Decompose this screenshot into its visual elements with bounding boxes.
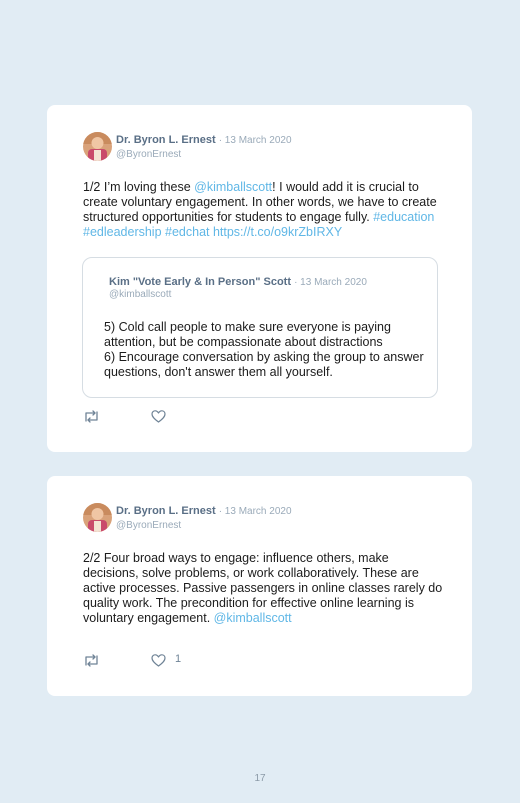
author-name[interactable]: Dr. Byron L. Ernest: [116, 505, 216, 517]
quoted-tweet-text: 5) Cold call people to make sure everyon…: [104, 320, 424, 380]
quoted-tweet[interactable]: Kim "Vote Early & In Person" Scott · 13 …: [82, 257, 438, 398]
like-count: 1: [175, 653, 182, 665]
quoted-line: 5) Cold call people to make sure everyon…: [104, 320, 391, 349]
heart-icon[interactable]: [151, 409, 166, 424]
text-segment: 1/2 I’m loving these: [83, 180, 195, 194]
mention-link[interactable]: @kimballscott: [194, 180, 272, 194]
tweet-card: Dr. Byron L. Ernest · 13 March 2020 @Byr…: [47, 476, 472, 696]
avatar[interactable]: [83, 132, 112, 161]
tweet-date[interactable]: · 13 March 2020: [219, 135, 292, 146]
author-handle[interactable]: @ByronErnest: [116, 520, 181, 531]
retweet-icon[interactable]: [83, 653, 100, 668]
author-name[interactable]: Dr. Byron L. Ernest: [116, 134, 216, 146]
quoted-author-name[interactable]: Kim "Vote Early & In Person" Scott: [109, 276, 291, 288]
author-line: Dr. Byron L. Ernest · 13 March 2020: [116, 134, 292, 146]
avatar[interactable]: [83, 503, 112, 532]
tweet-date[interactable]: · 13 March 2020: [219, 506, 292, 517]
tweet-text: 2/2 Four broad ways to engage: influence…: [83, 551, 443, 626]
quoted-author-handle[interactable]: @kimballscott: [109, 289, 171, 300]
quoted-author-line: Kim "Vote Early & In Person" Scott · 13 …: [109, 276, 367, 288]
quoted-line: 6) Encourage conversation by asking the …: [104, 350, 424, 379]
author-handle[interactable]: @ByronErnest: [116, 149, 181, 160]
mention-link[interactable]: @kimballscott: [214, 611, 292, 625]
quoted-tweet-date: · 13 March 2020: [294, 277, 367, 288]
author-line: Dr. Byron L. Ernest · 13 March 2020: [116, 505, 292, 517]
retweet-icon[interactable]: [83, 409, 100, 424]
heart-icon[interactable]: [151, 653, 166, 668]
page-number: 17: [254, 773, 266, 784]
tweet-card: Dr. Byron L. Ernest · 13 March 2020 @Byr…: [47, 105, 472, 452]
tweet-text: 1/2 I’m loving these @kimballscott! I wo…: [83, 180, 443, 240]
